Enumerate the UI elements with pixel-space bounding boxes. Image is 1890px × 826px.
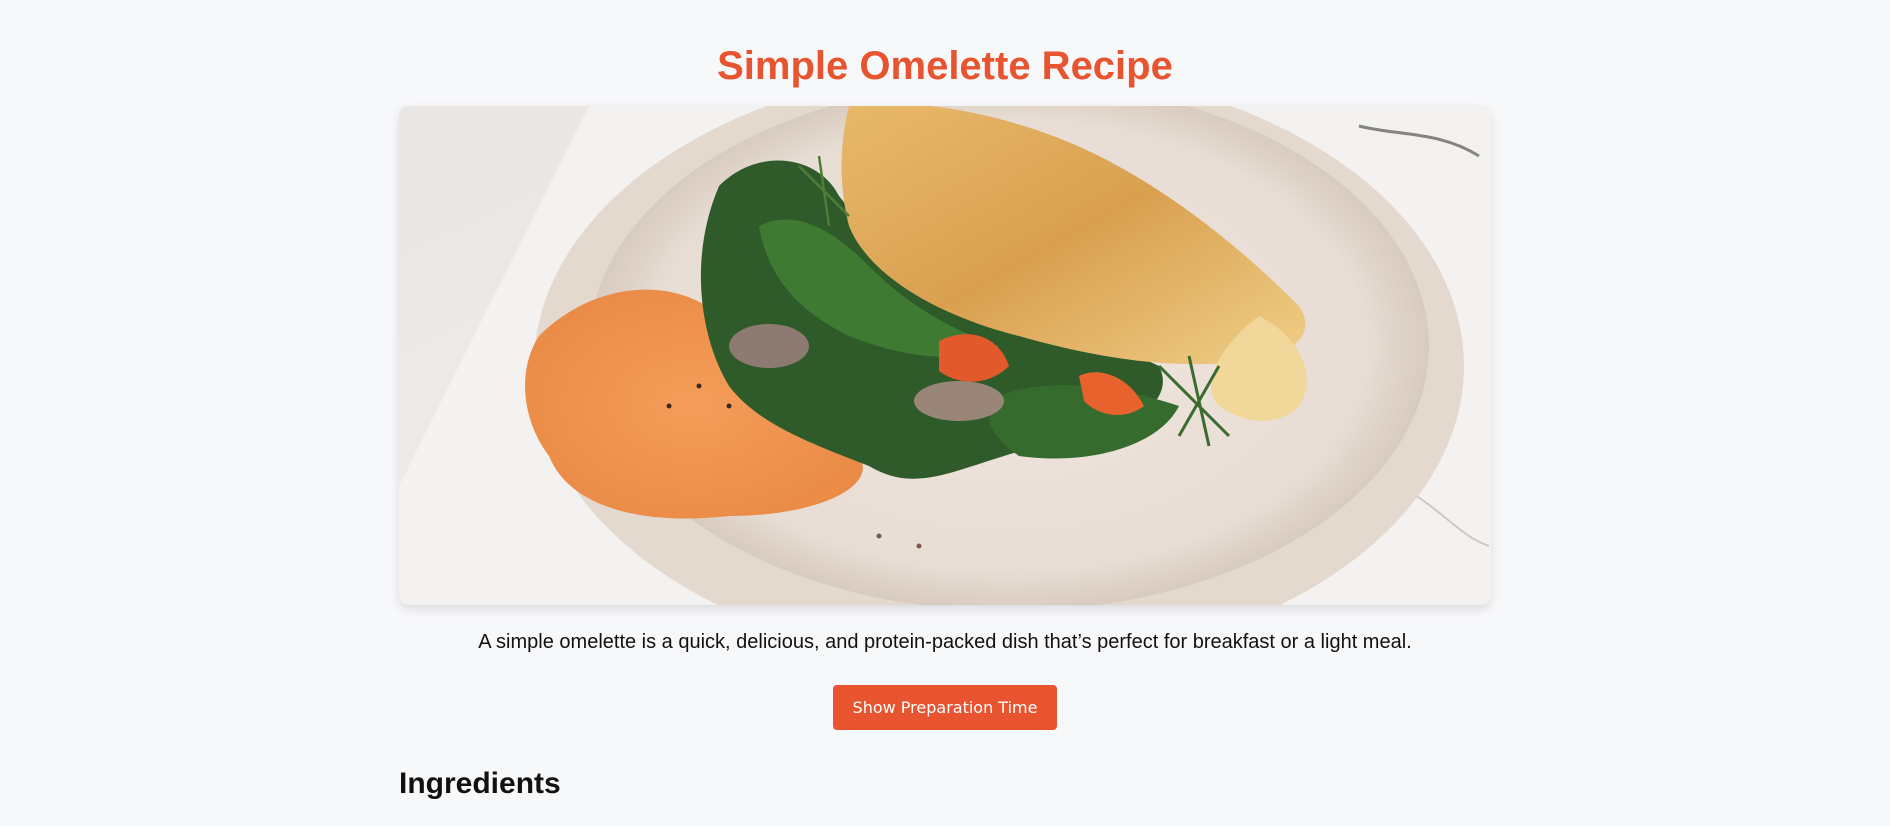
omelette-illustration [399,106,1491,605]
recipe-page: Simple Omelette Recipe A simple omelette… [399,0,1491,802]
recipe-description: A simple omelette is a quick, delicious,… [478,631,1412,653]
ingredients-heading: Ingredients [399,767,561,800]
show-preparation-time-button[interactable]: Show Preparation Time [832,685,1058,730]
page-title: Simple Omelette Recipe [717,44,1173,88]
omelette-photo [399,106,1491,605]
